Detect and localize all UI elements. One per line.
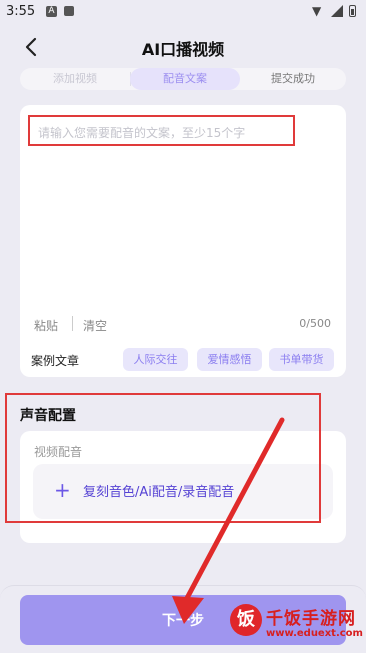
annotation-arrow bbox=[172, 417, 285, 624]
watermark-logo: 饭 bbox=[230, 604, 262, 636]
watermark-url: www.eduext.com bbox=[266, 628, 363, 639]
watermark-name: 千饭手游网 bbox=[266, 609, 356, 629]
watermark: 饭 千饭手游网 www.eduext.com bbox=[230, 602, 366, 652]
